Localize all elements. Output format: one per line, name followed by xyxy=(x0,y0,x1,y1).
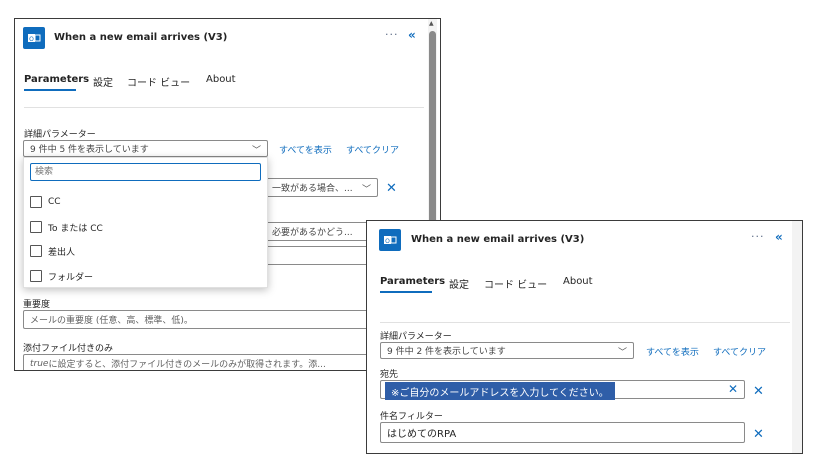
option-to-or-cc[interactable]: To または CC xyxy=(30,219,103,235)
to-label: 宛先 xyxy=(380,370,399,380)
tab-about[interactable]: About xyxy=(206,74,236,85)
subject-filter-value: はじめてのRPA xyxy=(387,429,457,440)
advanced-params-value: 9 件中 2 件を表示しています xyxy=(387,347,506,357)
close-icon[interactable]: ✕ xyxy=(753,427,764,442)
to-tooltip: ※ご自分のメールアドレスを入力してください。 xyxy=(385,382,615,400)
advanced-params-label: 詳細パラメーター xyxy=(24,130,96,140)
option-label: CC xyxy=(48,197,61,207)
svg-text:O: O xyxy=(385,238,390,245)
option-cc[interactable]: CC xyxy=(30,194,61,210)
more-icon[interactable]: ··· xyxy=(751,230,765,243)
panel-title: When a new email arrives (V3) xyxy=(54,32,228,43)
option-folder[interactable]: フォルダー xyxy=(30,268,93,284)
hidden-field-2-text: 必要があるかどう... xyxy=(272,228,353,238)
collapse-icon[interactable]: « xyxy=(775,230,783,244)
option-label: To または CC xyxy=(48,223,103,234)
importance-placeholder: メールの重要度 (任意、高、標準、低)。 xyxy=(30,316,193,326)
close-icon[interactable]: ✕ xyxy=(386,181,397,196)
chevron-down-icon: ﹀ xyxy=(251,146,261,156)
attachment-placeholder: に設定すると、添付ファイル付きのメールのみが取得されます。添... xyxy=(48,360,326,370)
divider xyxy=(24,107,424,108)
divider xyxy=(380,322,790,323)
clear-all-link[interactable]: すべてクリア xyxy=(713,345,766,358)
chevron-down-icon: ﹀ xyxy=(361,185,371,195)
option-label: 差出人 xyxy=(48,247,76,258)
chevron-down-icon: ﹀ xyxy=(617,348,627,358)
hidden-field-1-text: 一致がある場合、... xyxy=(272,184,353,194)
checkbox[interactable] xyxy=(30,221,42,233)
tab-parameters[interactable]: Parameters xyxy=(380,276,445,287)
option-from[interactable]: 差出人 xyxy=(30,243,75,259)
tab-about[interactable]: About xyxy=(563,276,593,287)
close-icon[interactable]: ✕ xyxy=(728,382,738,396)
tab-parameters[interactable]: Parameters xyxy=(24,74,89,85)
tab-settings[interactable]: 設定 xyxy=(93,74,113,89)
svg-text:O: O xyxy=(29,36,34,43)
show-all-link[interactable]: すべてを表示 xyxy=(279,143,332,156)
checkbox[interactable] xyxy=(30,196,42,208)
tab-underline xyxy=(24,89,76,91)
attachment-select[interactable]: true に設定すると、添付ファイル付きのメールのみが取得されます。添... xyxy=(23,354,383,370)
importance-label: 重要度 xyxy=(23,300,51,310)
advanced-params-label: 詳細パラメーター xyxy=(380,332,452,342)
close-icon[interactable]: ✕ xyxy=(753,384,764,399)
attachment-label: 添付ファイル付きのみ xyxy=(23,344,114,354)
trigger-panel-front: O When a new email arrives (V3) ··· « Pa… xyxy=(366,220,803,454)
advanced-params-dropdown: CC To または CC 差出人 フォルダー xyxy=(23,157,268,288)
importance-select[interactable]: メールの重要度 (任意、高、標準、低)。 xyxy=(23,310,383,329)
scroll-up-icon[interactable]: ▲ xyxy=(429,20,434,27)
tab-underline xyxy=(380,291,432,293)
scrollbar[interactable] xyxy=(792,221,802,453)
checkbox[interactable] xyxy=(30,270,42,282)
subject-filter-label: 件名フィルター xyxy=(380,412,443,422)
option-label: フォルダー xyxy=(48,272,94,283)
collapse-icon[interactable]: « xyxy=(408,28,416,42)
tab-code-view[interactable]: コード ビュー xyxy=(127,74,190,89)
checkbox[interactable] xyxy=(30,245,42,257)
attachment-placeholder-true: true xyxy=(30,358,49,369)
subject-filter-input[interactable]: はじめてのRPA xyxy=(380,422,745,443)
advanced-params-select[interactable]: 9 件中 2 件を表示しています ﹀ xyxy=(380,342,634,359)
outlook-icon: O xyxy=(23,27,45,49)
dropdown-search-input[interactable] xyxy=(30,163,261,181)
tab-code-view[interactable]: コード ビュー xyxy=(484,276,547,291)
advanced-params-value: 9 件中 5 件を表示しています xyxy=(30,145,149,155)
more-icon[interactable]: ··· xyxy=(385,28,399,41)
advanced-params-select[interactable]: 9 件中 5 件を表示しています ﹀ xyxy=(23,140,268,157)
clear-all-link[interactable]: すべてクリア xyxy=(346,143,399,156)
panel-title: When a new email arrives (V3) xyxy=(411,234,585,245)
outlook-icon: O xyxy=(379,229,401,251)
tab-settings[interactable]: 設定 xyxy=(449,276,469,291)
show-all-link[interactable]: すべてを表示 xyxy=(646,345,699,358)
